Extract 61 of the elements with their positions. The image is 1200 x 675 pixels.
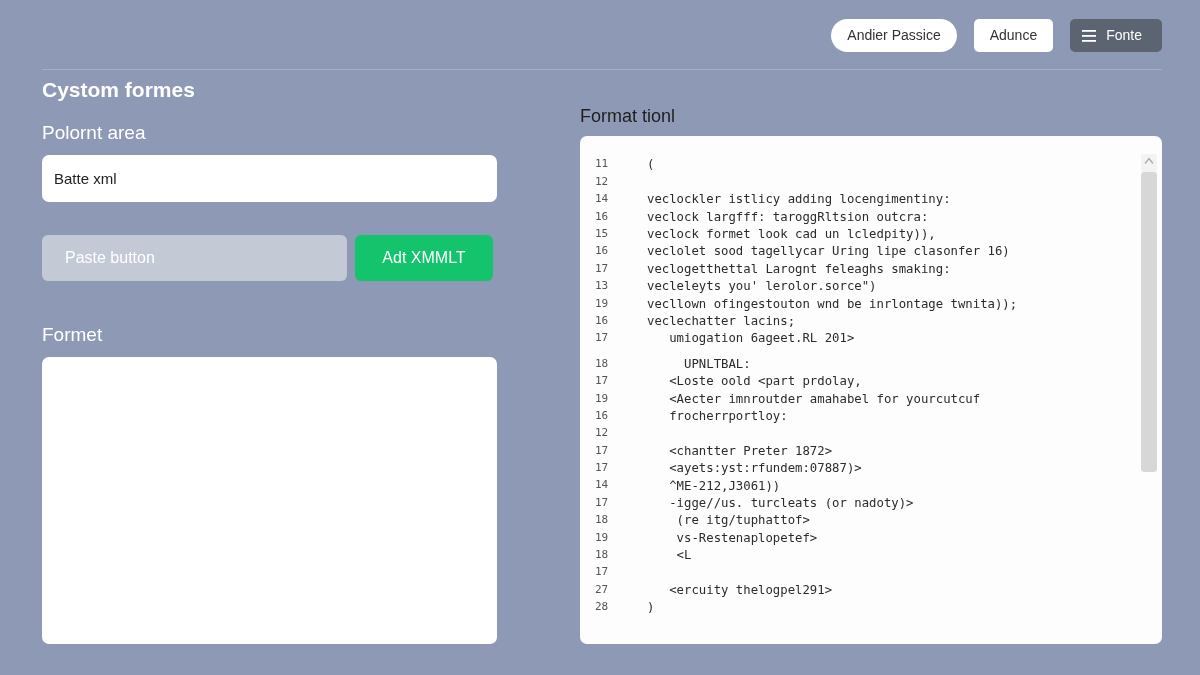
code-line: ) xyxy=(647,599,655,617)
line-number: 17 xyxy=(595,330,610,347)
line-number: 14 xyxy=(595,477,610,494)
form-title: Cystom formes xyxy=(42,77,196,103)
line-number: 15 xyxy=(595,226,610,242)
line-number: 19 xyxy=(595,295,610,312)
line-number: 17 xyxy=(595,442,610,459)
line-number: 17 xyxy=(595,460,610,477)
code-line: frocherrportloy: xyxy=(668,407,788,425)
line-number: 17 xyxy=(595,373,610,390)
line-number: 12 xyxy=(595,173,610,190)
menu-button[interactable]: Fonte xyxy=(1070,19,1162,52)
output-field[interactable] xyxy=(42,357,497,644)
code-line: (re itg/tuphattof> xyxy=(675,512,810,530)
line-number: 18 xyxy=(595,547,610,564)
code-line: umiogation 6ageet.RL 201> xyxy=(668,330,855,348)
code-line: <Loste oold <part prdolay, xyxy=(668,373,862,391)
code-line: UPNLTBAL: xyxy=(683,355,751,373)
line-number: 17 xyxy=(595,564,610,581)
code-line: vecleleyts you' lerolor.sorce") xyxy=(647,278,877,296)
panel-title: Format tionl xyxy=(580,105,677,128)
menu-icon xyxy=(1082,29,1097,42)
line-number: 16 xyxy=(595,243,610,260)
input-field[interactable]: Batte xml xyxy=(42,155,497,202)
line-number: 14 xyxy=(595,191,610,208)
line-number: 17 xyxy=(595,494,610,511)
code-line: veclechatter lacins; xyxy=(647,313,796,330)
code-line: veclock largfff: taroggRltsion outcra: xyxy=(647,208,929,226)
line-number: 16 xyxy=(595,312,610,329)
field-label: Polornt area xyxy=(42,121,147,145)
code-line: ( xyxy=(647,156,655,174)
line-number: 19 xyxy=(595,529,610,546)
line-number: 12 xyxy=(595,425,610,442)
code-line: veclolet sood tagellycar Uring lipe clasonfer 16) xyxy=(647,243,1010,261)
code-line: <L xyxy=(675,547,692,565)
line-number: 28 xyxy=(595,599,610,616)
code-line: vs-Restenaplopetef> xyxy=(675,529,818,547)
code-line: <Aecter imnroutder amahabel for yourcutcuf xyxy=(668,390,981,408)
line-number: 13 xyxy=(595,278,610,295)
header-button[interactable]: Adunce xyxy=(973,19,1054,52)
code-line: veclock formet look cad un lcledpity)), xyxy=(647,226,936,244)
code-line: <chantter Preter 1872> xyxy=(668,442,833,460)
code-line: ^ME-212,J3061)) xyxy=(668,477,781,495)
chevron-up-icon[interactable] xyxy=(1144,157,1154,165)
line-number: 16 xyxy=(595,407,610,424)
field-label: Formet xyxy=(42,323,104,347)
line-number: 11 xyxy=(595,156,610,173)
line-number: 18 xyxy=(595,512,610,529)
line-number: 27 xyxy=(595,581,610,598)
code-line: vecllown ofingestouton wnd be inrlontage twnita)); xyxy=(647,295,1018,313)
scrollbar[interactable] xyxy=(1141,154,1157,472)
line-number: 19 xyxy=(595,390,610,407)
header-button[interactable]: Andier Passice xyxy=(831,19,957,52)
line-number: 17 xyxy=(595,260,610,277)
code-line: <ercuity thelogpel291> xyxy=(668,581,833,599)
line-number: 18 xyxy=(595,355,610,372)
code-line: -igge//us. turcleats (or nadoty)> xyxy=(668,494,914,512)
line-number: 16 xyxy=(595,208,610,225)
code-line: <ayets:yst:rfundem:07887)> xyxy=(668,460,862,478)
code-line: veclockler istlicy adding locengimentiny: xyxy=(647,191,951,209)
code-line: veclogetthettal Larognt feleaghs smaking: xyxy=(647,260,951,278)
